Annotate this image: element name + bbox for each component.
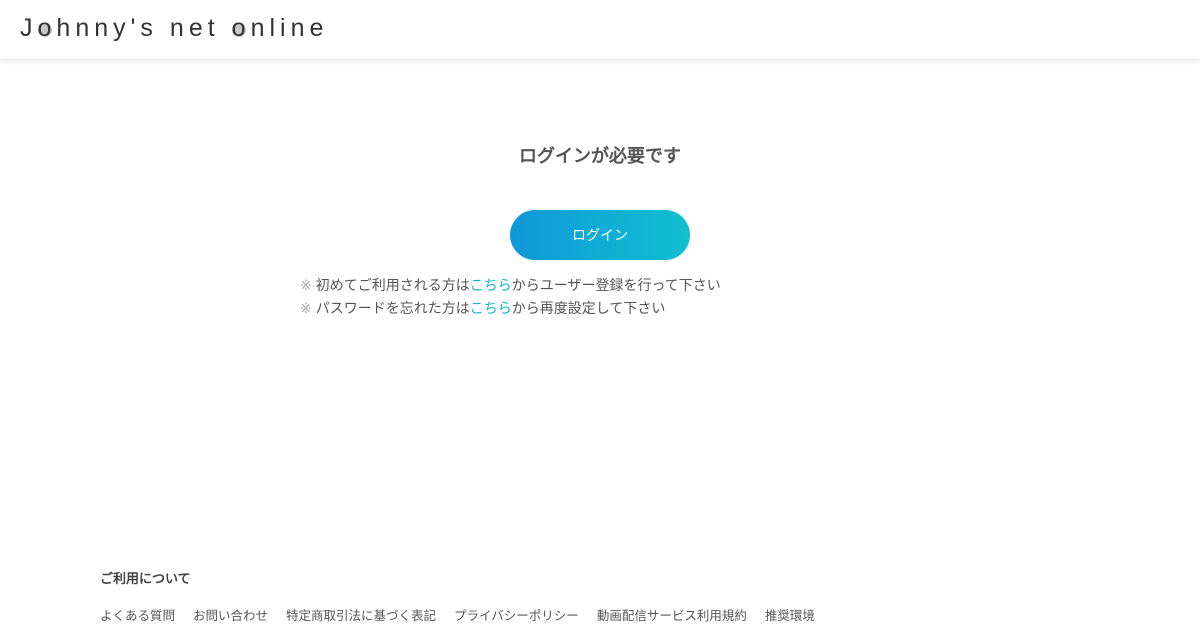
login-button[interactable]: ログイン	[510, 210, 690, 260]
logo-letter: J	[20, 13, 38, 42]
logo-letter: o	[37, 13, 57, 42]
logo-letter: e	[188, 13, 208, 42]
login-notes: ※ 初めてご利用される方はこちらからユーザー登録を行って下さい ※ パスワードを忘れ…	[300, 275, 721, 321]
note-mark: ※	[300, 301, 312, 317]
logo-letter: o	[231, 13, 251, 42]
logo-letter: i	[280, 13, 291, 42]
footer-heading: ご利用について	[100, 572, 191, 587]
site-footer: ご利用について よくある質問 お問い合わせ 特定商取引法に基づく表記 プライバシ…	[100, 570, 1100, 623]
footer-link-contact[interactable]: お問い合わせ	[193, 607, 268, 625]
footer-nav: よくある質問 お問い合わせ 特定商取引法に基づく表記 プライバシーポリシー 動画…	[100, 607, 833, 625]
logo-letter: t	[207, 13, 220, 42]
note-register: ※ 初めてご利用される方はこちらからユーザー登録を行って下さい	[300, 275, 721, 298]
logo-letter: h	[56, 13, 76, 42]
note-text: パスワードを忘れた方は	[315, 301, 470, 317]
logo-letter: n	[250, 13, 270, 42]
note-password-reset: ※ パスワードを忘れた方はこちらから再度設定して下さい	[300, 298, 721, 321]
logo-letter: '	[130, 13, 141, 42]
register-link[interactable]: こちら	[470, 278, 512, 294]
note-mark: ※	[300, 278, 312, 294]
logo-letter: n	[169, 13, 189, 42]
note-text: から再度設定して下さい	[511, 301, 666, 317]
logo-letter: n	[94, 13, 114, 42]
page-title: ログインが必要です	[519, 146, 681, 167]
logo-letter: y	[113, 13, 131, 42]
footer-link-commerce-law[interactable]: 特定商取引法に基づく表記	[286, 607, 436, 625]
footer-link-streaming-terms[interactable]: 動画配信サービス利用規約	[597, 607, 747, 625]
logo-letter: l	[269, 13, 281, 42]
logo-letter: n	[290, 13, 310, 42]
logo-letter: e	[309, 13, 329, 42]
logo-letter: n	[75, 13, 95, 42]
note-text: からユーザー登録を行って下さい	[511, 278, 721, 294]
footer-link-recommended-env[interactable]: 推奨環境	[765, 607, 815, 625]
site-logo[interactable]: J o h n n y ' s n e t o n l i n e	[20, 10, 328, 46]
password-reset-link[interactable]: こちら	[470, 301, 512, 317]
footer-link-privacy-policy[interactable]: プライバシーポリシー	[454, 607, 579, 625]
note-text: 初めてご利用される方は	[315, 278, 470, 294]
site-header: J o h n n y ' s n e t o n l i n e	[0, 0, 1200, 60]
logo-letter: s	[140, 13, 158, 42]
footer-link-faq[interactable]: よくある質問	[100, 607, 175, 625]
